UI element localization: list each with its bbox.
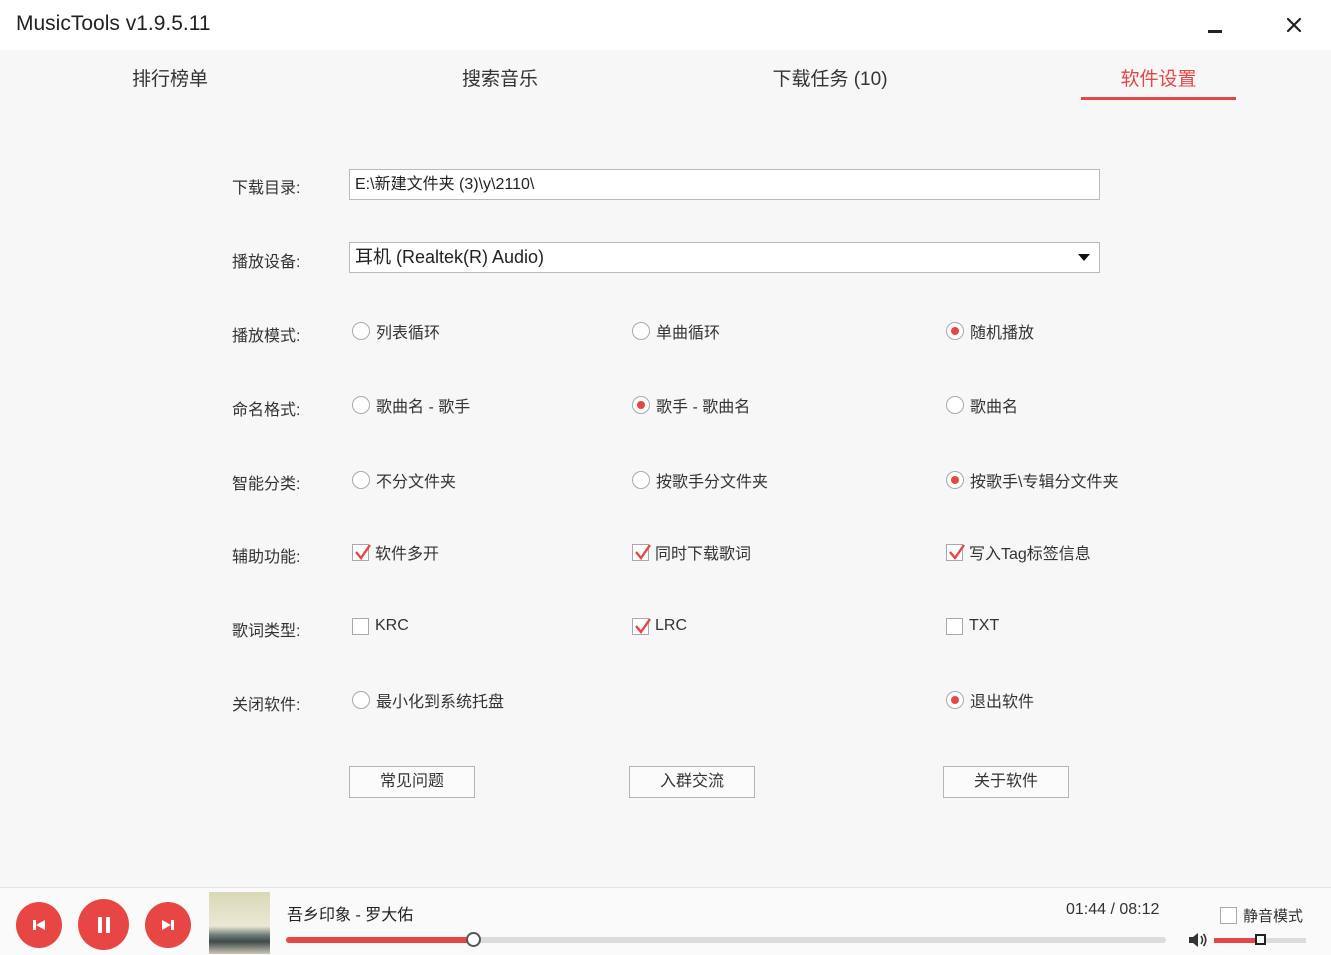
radio-selected-icon	[632, 396, 650, 414]
sort-by-artist[interactable]: 按歌手分文件夹	[632, 468, 768, 492]
main-area: 排行榜单 搜索音乐 下载任务 (10) 软件设置 下载目录: E:\新建文件夹 …	[0, 50, 1331, 887]
close-icon	[1286, 17, 1302, 33]
pause-icon	[97, 916, 110, 933]
option-label: 单曲循环	[656, 325, 721, 342]
option-label: 不分文件夹	[376, 474, 457, 491]
radio-icon	[352, 396, 370, 414]
volume-knob[interactable]	[1255, 934, 1266, 945]
progress-fill	[286, 937, 473, 943]
sort-by-artist-album[interactable]: 按歌手\专辑分文件夹	[946, 468, 1118, 492]
smart-sort-label: 智能分类:	[232, 476, 301, 493]
option-label: 软件多开	[375, 546, 440, 563]
song-time: 01:44 / 08:12	[1066, 901, 1160, 918]
tab-rankings[interactable]: 排行榜单	[100, 64, 240, 100]
checkbox-checked-icon	[352, 543, 371, 561]
pause-button[interactable]	[78, 899, 129, 950]
naming-artist-song[interactable]: 歌手 - 歌曲名	[632, 393, 750, 417]
close-button[interactable]	[1277, 8, 1311, 42]
radio-selected-icon	[946, 322, 964, 340]
sort-no-folder[interactable]: 不分文件夹	[352, 468, 456, 492]
play-device-select[interactable]: 耳机 (Realtek(R) Audio)	[349, 242, 1100, 273]
checkbox-icon	[1220, 906, 1237, 924]
checkbox-checked-icon	[946, 543, 965, 561]
mute-mode-label: 静音模式	[1243, 907, 1304, 925]
volume-slider[interactable]	[1214, 934, 1306, 945]
close-behavior-label: 关闭软件:	[232, 697, 301, 714]
option-label: LRC	[655, 617, 688, 634]
option-label: 列表循环	[376, 325, 441, 342]
play-mode-shuffle[interactable]: 随机播放	[946, 319, 1034, 343]
option-label: 退出软件	[970, 694, 1035, 711]
tab-settings[interactable]: 软件设置	[1081, 64, 1236, 100]
join-group-button[interactable]: 入群交流	[629, 766, 755, 798]
option-label: 按歌手\专辑分文件夹	[970, 474, 1119, 491]
check-multi-instance[interactable]: 软件多开	[352, 540, 439, 564]
naming-song-only[interactable]: 歌曲名	[946, 393, 1018, 417]
mute-mode-checkbox[interactable]: 静音模式	[1220, 903, 1303, 927]
player-bar: 吾乡印象 - 罗大佑 01:44 / 08:12 静音模式	[0, 887, 1331, 955]
radio-icon	[632, 322, 650, 340]
option-label: 同时下载歌词	[655, 546, 752, 563]
radio-selected-icon	[946, 691, 964, 709]
option-label: 最小化到系统托盘	[376, 694, 505, 711]
chevron-down-icon	[1078, 254, 1090, 261]
check-lrc[interactable]: LRC	[632, 614, 687, 638]
radio-icon	[352, 322, 370, 340]
minimize-icon	[1208, 29, 1222, 33]
title-bar: MusicTools v1.9.5.11	[0, 0, 1331, 50]
radio-icon	[946, 396, 964, 414]
option-label: TXT	[969, 617, 1000, 634]
checkbox-checked-icon	[632, 617, 651, 635]
checkbox-icon	[352, 617, 369, 635]
progress-bar[interactable]	[286, 932, 1166, 947]
option-label: KRC	[375, 617, 409, 634]
song-title: 吾乡印象 - 罗大佑	[287, 907, 414, 924]
lyrics-type-label: 歌词类型:	[232, 623, 301, 640]
play-mode-label: 播放模式:	[232, 328, 301, 345]
previous-button[interactable]	[16, 902, 62, 948]
volume-fill	[1214, 938, 1260, 943]
check-krc[interactable]: KRC	[352, 614, 409, 638]
app-title: MusicTools v1.9.5.11	[16, 12, 211, 35]
naming-song-artist[interactable]: 歌曲名 - 歌手	[352, 393, 470, 417]
download-dir-label: 下载目录:	[232, 180, 301, 197]
option-label: 随机播放	[970, 325, 1035, 342]
tab-download-tasks[interactable]: 下载任务 (10)	[740, 64, 920, 100]
option-label: 歌曲名	[970, 399, 1019, 416]
option-label: 写入Tag标签信息	[969, 546, 1091, 563]
progress-knob[interactable]	[465, 932, 481, 947]
radio-icon	[352, 691, 370, 709]
faq-button[interactable]: 常见问题	[349, 766, 475, 798]
close-exit-app[interactable]: 退出软件	[946, 688, 1034, 712]
check-txt[interactable]: TXT	[946, 614, 999, 638]
option-label: 歌曲名 - 歌手	[376, 399, 471, 416]
option-label: 按歌手分文件夹	[656, 474, 769, 491]
play-mode-single-loop[interactable]: 单曲循环	[632, 319, 720, 343]
next-icon	[162, 920, 174, 930]
checkbox-checked-icon	[632, 543, 651, 561]
next-button[interactable]	[145, 902, 191, 948]
download-dir-input[interactable]: E:\新建文件夹 (3)\y\2110\	[349, 169, 1100, 200]
radio-icon	[632, 471, 650, 489]
close-minimize-to-tray[interactable]: 最小化到系统托盘	[352, 688, 504, 712]
radio-icon	[352, 471, 370, 489]
checkbox-icon	[946, 617, 963, 635]
radio-selected-icon	[946, 471, 964, 489]
about-button[interactable]: 关于软件	[943, 766, 1069, 798]
check-write-tag[interactable]: 写入Tag标签信息	[946, 540, 1091, 564]
play-device-label: 播放设备:	[232, 254, 301, 271]
album-cover[interactable]	[209, 892, 270, 954]
previous-icon	[33, 920, 45, 930]
minimize-button[interactable]	[1198, 8, 1232, 42]
check-download-lyrics[interactable]: 同时下载歌词	[632, 540, 751, 564]
volume-icon[interactable]	[1187, 931, 1209, 949]
play-device-value: 耳机 (Realtek(R) Audio)	[355, 247, 545, 267]
tab-search-music[interactable]: 搜索音乐	[430, 64, 570, 100]
aux-functions-label: 辅助功能:	[232, 549, 301, 566]
option-label: 歌手 - 歌曲名	[656, 399, 751, 416]
play-mode-list-loop[interactable]: 列表循环	[352, 319, 440, 343]
naming-format-label: 命名格式:	[232, 402, 301, 419]
